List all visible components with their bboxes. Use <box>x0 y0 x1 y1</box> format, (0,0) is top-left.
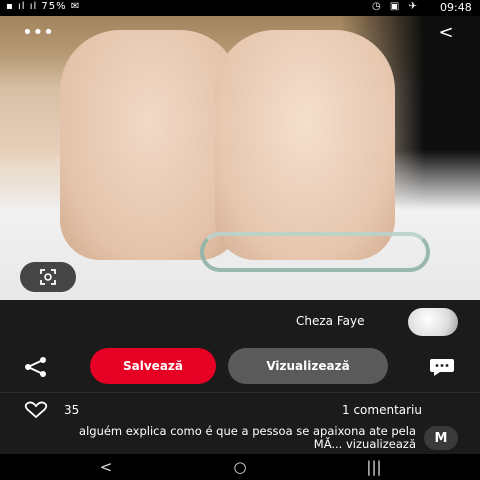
likes-count: 35 <box>64 403 80 417</box>
heart-icon <box>24 401 48 419</box>
back-button[interactable]: < <box>424 18 468 46</box>
status-time: 09:48 <box>440 1 472 14</box>
nav-back-button[interactable]: < <box>86 456 126 478</box>
save-button[interactable]: Salvează <box>90 348 216 384</box>
recents-icon: ||| <box>366 458 382 476</box>
status-icons-right: ◷ ▣ ✈ <box>372 1 420 12</box>
share-button[interactable] <box>22 356 50 378</box>
visual-search-icon <box>40 269 56 285</box>
home-circle-icon: ○ <box>233 458 247 476</box>
comments-header: 35 1 comentariu <box>0 398 480 422</box>
comment-bubble-icon <box>430 359 454 376</box>
comment-item[interactable]: M alguém explica como é que a pessoa se … <box>0 424 480 454</box>
system-nav-bar: < ○ ||| <box>0 454 480 480</box>
creator-row[interactable]: Cheza Faye <box>0 300 480 344</box>
comments-count[interactable]: 1 comentariu <box>342 403 422 417</box>
creator-name[interactable]: Cheza Faye <box>296 314 364 328</box>
commenter-avatar[interactable]: M <box>424 426 458 450</box>
status-bar: ▪ ıl ıl 75% ✉ ◷ ▣ ✈ 09:48 <box>0 0 480 16</box>
image-bracelet <box>200 232 430 272</box>
nav-home-button[interactable]: ○ <box>220 456 260 478</box>
visit-button[interactable]: Vizualizează <box>228 348 388 384</box>
comment-button[interactable] <box>428 356 456 378</box>
status-icons-left: ▪ ıl ıl 75% ✉ <box>6 1 81 12</box>
divider <box>0 392 480 393</box>
like-button[interactable] <box>24 401 48 419</box>
visual-search-button[interactable] <box>20 262 76 292</box>
chevron-left-icon: < <box>438 21 454 43</box>
ellipsis-icon: ••• <box>22 21 54 43</box>
comment-text: alguém explica como é que a pessoa se ap… <box>79 424 416 451</box>
pin-image[interactable] <box>0 0 480 300</box>
share-icon <box>25 357 46 377</box>
nav-recents-button[interactable]: ||| <box>354 456 394 478</box>
back-arrow-icon: < <box>99 458 113 476</box>
action-row: Salvează Vizualizează <box>0 344 480 390</box>
image-hand-left <box>60 30 240 260</box>
image-hand-right <box>215 30 395 260</box>
more-options-button[interactable]: ••• <box>16 18 60 46</box>
creator-avatar[interactable] <box>408 308 458 336</box>
